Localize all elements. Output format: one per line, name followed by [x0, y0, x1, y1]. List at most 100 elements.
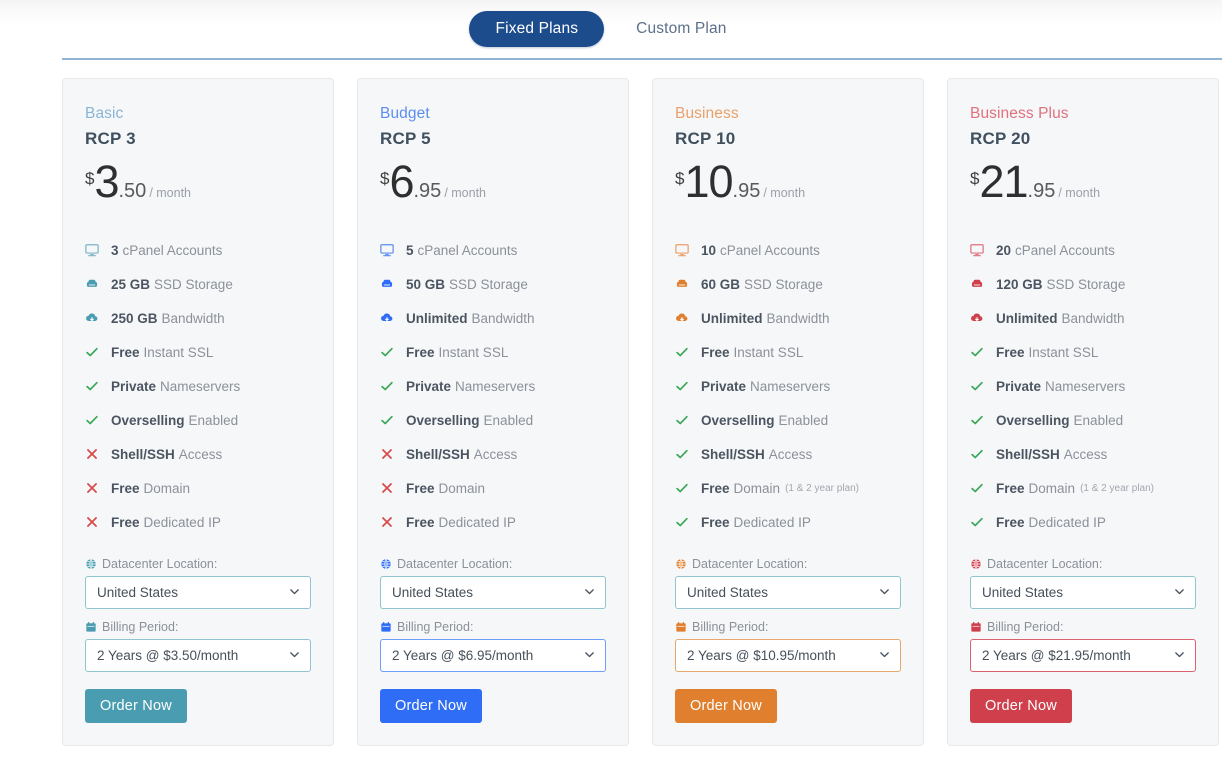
billing-period-select[interactable]: 2 Years @ $10.95/month: [675, 639, 901, 672]
feature-value: 5: [406, 243, 414, 258]
globe-icon: [675, 558, 687, 570]
billing-period-select[interactable]: 2 Years @ $3.50/month: [85, 639, 311, 672]
feature-value: Free: [701, 515, 730, 530]
billing-period-selected-value: 2 Years @ $6.95/month: [392, 648, 533, 663]
feature-text: Access: [179, 447, 223, 462]
monitor-icon: [970, 243, 990, 257]
feature-value: Free: [996, 515, 1025, 530]
feature-value: Shell/SSH: [406, 447, 470, 462]
feature-text: Enabled: [484, 413, 534, 428]
feature-item: FreeDomain: [380, 471, 606, 505]
check-icon: [380, 345, 400, 359]
feature-value: Free: [111, 515, 140, 530]
price-amount: 10: [684, 161, 732, 204]
plan-tier-label: Budget: [380, 105, 606, 123]
feature-item: Unlimited Bandwidth: [675, 301, 901, 335]
feature-item: OversellingEnabled: [380, 403, 606, 437]
feature-list: 20cPanel Accounts120 GBSSD StorageUnlimi…: [970, 233, 1196, 539]
datacenter-select[interactable]: United States: [970, 576, 1196, 609]
check-icon: [675, 447, 695, 461]
chevron-down-icon: [1173, 648, 1186, 664]
datacenter-label: Datacenter Location:: [675, 557, 901, 571]
check-icon: [85, 413, 105, 427]
billing-period-label-text: Billing Period:: [102, 620, 178, 634]
datacenter-select[interactable]: United States: [380, 576, 606, 609]
hdd-icon: [85, 277, 105, 291]
chevron-down-icon: [288, 648, 301, 664]
feature-item: PrivateNameservers: [380, 369, 606, 403]
feature-text: Nameservers: [1045, 379, 1125, 394]
datacenter-selected-value: United States: [982, 585, 1063, 600]
hdd-icon: [675, 277, 695, 291]
feature-text: Nameservers: [750, 379, 830, 394]
feature-value: Free: [996, 481, 1025, 496]
monitor-icon: [380, 243, 400, 257]
price: $3.50/ month: [85, 161, 311, 207]
feature-value: Private: [996, 379, 1041, 394]
feature-text: Domain: [439, 481, 486, 496]
feature-text: Instant SSL: [439, 345, 509, 360]
feature-item: FreeInstant SSL: [675, 335, 901, 369]
billing-period-label-text: Billing Period:: [987, 620, 1063, 634]
price-currency: $: [85, 169, 94, 189]
order-now-button[interactable]: Order Now: [675, 689, 777, 723]
order-now-button[interactable]: Order Now: [970, 689, 1072, 723]
feature-value: Unlimited: [701, 311, 763, 326]
feature-text: Instant SSL: [144, 345, 214, 360]
feature-item: Overselling Enabled: [85, 403, 311, 437]
feature-value: Shell/SSH: [996, 447, 1060, 462]
price-cents: .50: [119, 180, 147, 203]
order-now-button[interactable]: Order Now: [85, 689, 187, 723]
datacenter-label-text: Datacenter Location:: [102, 557, 217, 571]
feature-text: Bandwidth: [767, 311, 830, 326]
feature-text: Enabled: [189, 413, 239, 428]
billing-period-select[interactable]: 2 Years @ $21.95/month: [970, 639, 1196, 672]
check-icon: [675, 345, 695, 359]
price-cents: .95: [733, 180, 761, 203]
check-icon: [970, 379, 990, 393]
check-icon: [380, 379, 400, 393]
billing-period-label: Billing Period:: [380, 620, 606, 634]
check-icon: [675, 481, 695, 495]
billing-period-select[interactable]: 2 Years @ $6.95/month: [380, 639, 606, 672]
chevron-down-icon: [583, 648, 596, 664]
feature-value: Free: [996, 345, 1025, 360]
globe-icon: [85, 558, 97, 570]
feature-list: 5cPanel Accounts50 GBSSD StorageUnlimite…: [380, 233, 606, 539]
tab-custom-plan[interactable]: Custom Plan: [610, 11, 752, 47]
check-icon: [970, 345, 990, 359]
order-now-button[interactable]: Order Now: [380, 689, 482, 723]
tab-fixed-plans[interactable]: Fixed Plans: [469, 11, 604, 47]
feature-text: Dedicated IP: [439, 515, 516, 530]
feature-item: FreeDedicated IP: [970, 505, 1196, 539]
price: $6.95/ month: [380, 161, 606, 207]
feature-item: 250 GBBandwidth: [85, 301, 311, 335]
feature-value: Free: [701, 481, 730, 496]
pricing-card: Business PlusRCP 20$21.95/ month20cPanel…: [947, 78, 1219, 746]
check-icon: [970, 447, 990, 461]
pricing-card: BudgetRCP 5$6.95/ month5cPanel Accounts5…: [357, 78, 629, 746]
datacenter-select[interactable]: United States: [675, 576, 901, 609]
hdd-icon: [380, 277, 400, 291]
check-icon: [85, 345, 105, 359]
feature-value: Unlimited: [996, 311, 1058, 326]
feature-value: Private: [701, 379, 746, 394]
feature-value: Overselling: [996, 413, 1070, 428]
datacenter-selected-value: United States: [392, 585, 473, 600]
feature-item: 25 GBSSD Storage: [85, 267, 311, 301]
pricing-page: Fixed PlansCustom Plan BasicRCP 3$3.50/ …: [0, 0, 1222, 760]
feature-value: Overselling: [111, 413, 185, 428]
datacenter-selected-value: United States: [687, 585, 768, 600]
billing-period-label: Billing Period:: [970, 620, 1196, 634]
feature-value: 10: [701, 243, 716, 258]
plan-type-tabs: Fixed PlansCustom Plan: [0, 0, 1222, 58]
check-icon: [970, 413, 990, 427]
price-per: / month: [1058, 186, 1100, 200]
feature-item: 60 GBSSD Storage: [675, 267, 901, 301]
datacenter-label: Datacenter Location:: [970, 557, 1196, 571]
feature-text: cPanel Accounts: [720, 243, 820, 258]
calendar-icon: [970, 621, 982, 633]
datacenter-select[interactable]: United States: [85, 576, 311, 609]
feature-value: 25 GB: [111, 277, 150, 292]
feature-item: 10 cPanel Accounts: [675, 233, 901, 267]
